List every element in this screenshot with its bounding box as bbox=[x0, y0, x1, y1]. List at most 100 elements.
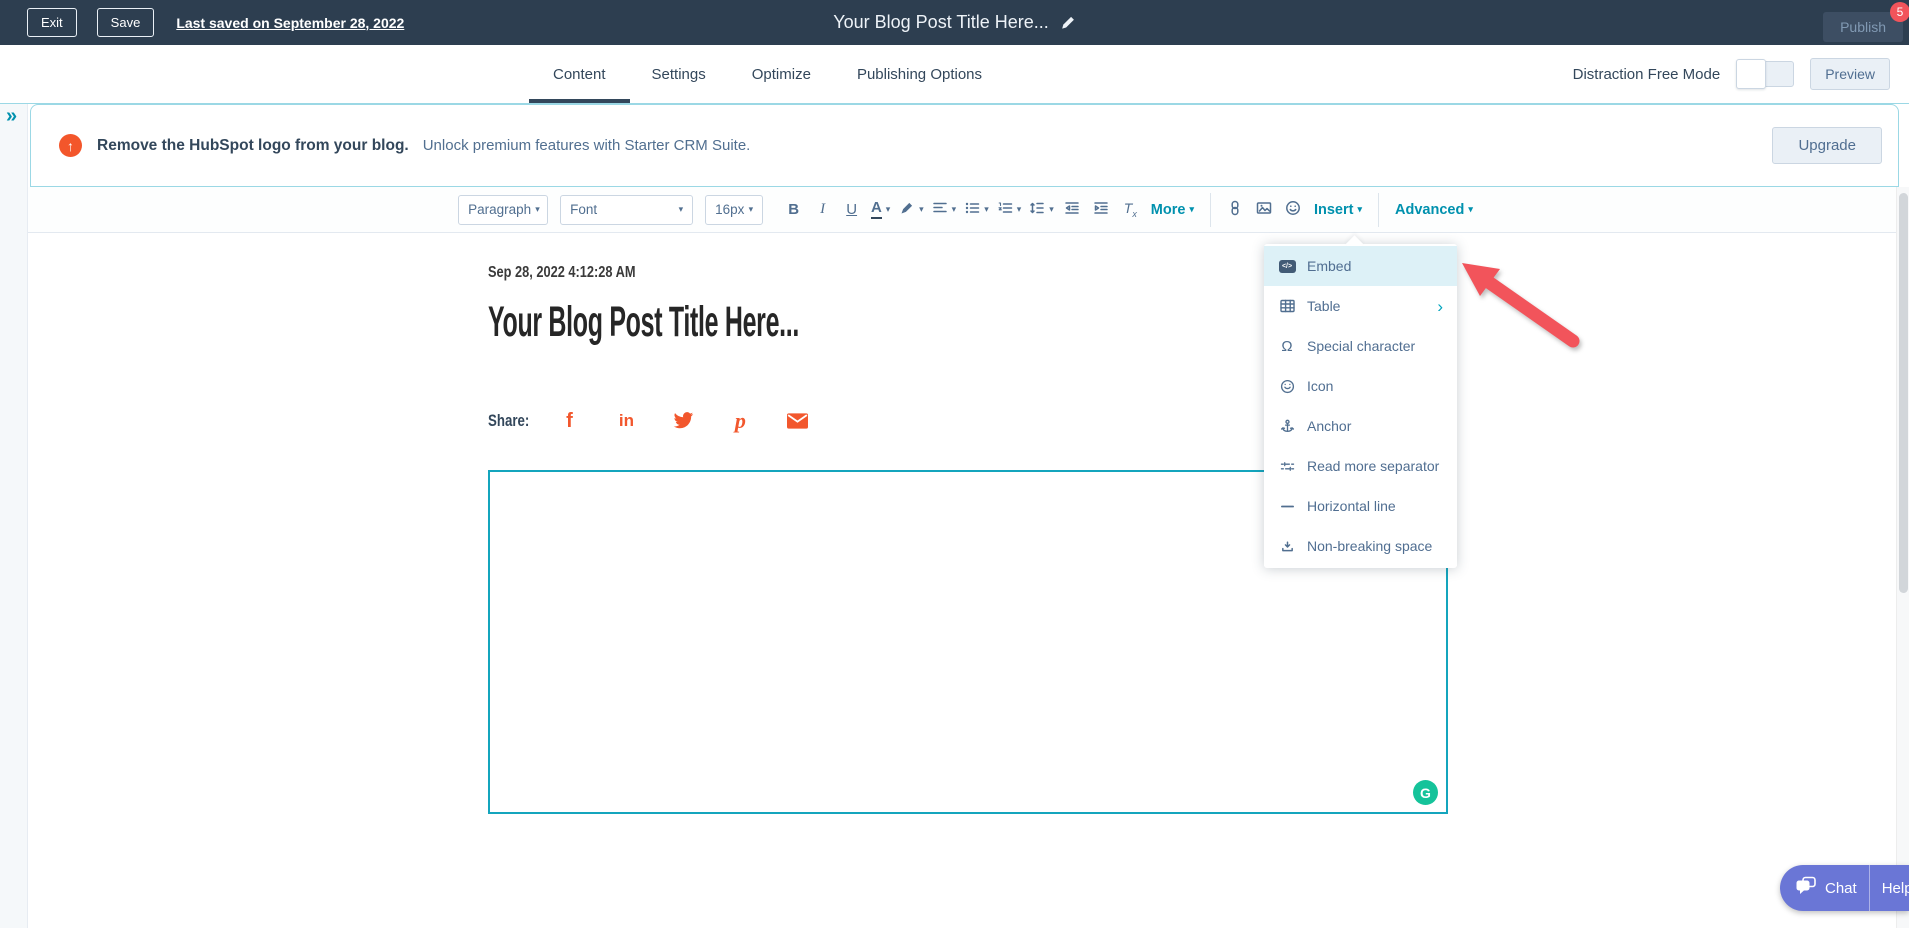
emoji-button[interactable] bbox=[1280, 195, 1307, 225]
chevron-down-icon: ▾ bbox=[1189, 204, 1194, 215]
chevron-down-icon: ▾ bbox=[535, 204, 540, 215]
linkedin-icon[interactable]: in bbox=[598, 411, 655, 431]
indent-button[interactable] bbox=[1088, 195, 1115, 225]
menu-item-label: Table bbox=[1307, 298, 1340, 314]
chevron-down-icon: ▾ bbox=[952, 204, 957, 215]
help-button[interactable]: Help bbox=[1869, 865, 1909, 911]
post-title-header: Your Blog Post Title Here... bbox=[833, 12, 1075, 33]
embed-icon: </> bbox=[1278, 260, 1296, 273]
anchor-icon bbox=[1278, 419, 1296, 434]
toolbar-divider bbox=[1210, 193, 1211, 227]
paragraph-style-select[interactable]: Paragraph ▾ bbox=[458, 195, 548, 225]
align-button[interactable]: ▾ bbox=[929, 195, 960, 225]
image-icon bbox=[1256, 200, 1272, 219]
clear-format-x: x bbox=[1132, 209, 1137, 219]
chevron-down-icon: ▾ bbox=[984, 204, 989, 215]
numbered-list-button[interactable]: ▾ bbox=[994, 195, 1025, 225]
more-label: More bbox=[1151, 202, 1186, 218]
font-size-select[interactable]: 16px ▾ bbox=[705, 195, 763, 225]
toggle-knob[interactable] bbox=[1736, 59, 1766, 89]
align-icon bbox=[932, 200, 948, 219]
tab-optimize[interactable]: Optimize bbox=[752, 45, 811, 103]
tab-publishing-options[interactable]: Publishing Options bbox=[857, 45, 982, 103]
rich-text-toolbar: Paragraph ▾ Font ▾ 16px ▾ B I U A ▾ ▾ ▾ … bbox=[28, 187, 1909, 233]
image-button[interactable] bbox=[1251, 195, 1278, 225]
last-saved-link[interactable]: Last saved on September 28, 2022 bbox=[176, 15, 404, 31]
save-button[interactable]: Save bbox=[97, 8, 155, 37]
font-size-value: 16px bbox=[715, 202, 744, 217]
facebook-glyph: f bbox=[566, 410, 573, 433]
bullet-list-button[interactable]: ▾ bbox=[961, 195, 992, 225]
upgrade-arrow-icon: ↑ bbox=[59, 134, 82, 157]
pinterest-glyph: p bbox=[735, 408, 746, 434]
expand-sidebar-icon[interactable]: » bbox=[6, 106, 17, 126]
italic-button[interactable]: I bbox=[809, 195, 836, 225]
twitter-icon[interactable] bbox=[655, 412, 712, 430]
highlight-color-button[interactable]: ▾ bbox=[896, 195, 927, 225]
banner-text: Unlock premium features with Starter CRM… bbox=[423, 137, 751, 154]
exit-button[interactable]: Exit bbox=[27, 8, 77, 37]
underline-button[interactable]: U bbox=[838, 195, 865, 225]
highlight-icon bbox=[899, 200, 915, 219]
tab-content[interactable]: Content bbox=[553, 45, 606, 103]
post-title-text: Your Blog Post Title Here... bbox=[833, 12, 1048, 33]
facebook-icon[interactable]: f bbox=[541, 410, 598, 433]
pinterest-icon[interactable]: p bbox=[712, 408, 769, 434]
distraction-free-mode-toggle[interactable] bbox=[1736, 61, 1794, 87]
insert-menu-item-anchor[interactable]: Anchor bbox=[1264, 406, 1457, 446]
chevron-down-icon: ▾ bbox=[1017, 204, 1022, 215]
chevron-down-icon: ▾ bbox=[1468, 204, 1473, 215]
scrollbar[interactable] bbox=[1896, 187, 1909, 928]
menu-item-label: Icon bbox=[1307, 378, 1333, 394]
nbsp-icon bbox=[1278, 539, 1296, 553]
chevron-down-icon: ▾ bbox=[749, 204, 754, 215]
bold-icon: B bbox=[788, 201, 799, 218]
insert-menu-item-icon[interactable]: Icon bbox=[1264, 366, 1457, 406]
chat-bubble-icon bbox=[1795, 876, 1817, 900]
outdent-button[interactable] bbox=[1059, 195, 1086, 225]
clear-formatting-button[interactable]: Tx bbox=[1117, 195, 1144, 225]
chat-help-widget: Chat Help bbox=[1780, 865, 1909, 911]
font-select-value: Font bbox=[570, 202, 597, 217]
line-height-icon bbox=[1029, 200, 1045, 219]
insert-menu-item-special-character[interactable]: Ω Special character bbox=[1264, 326, 1457, 366]
omega-icon: Ω bbox=[1278, 339, 1296, 354]
annotation-arrow bbox=[1440, 240, 1610, 370]
link-button[interactable] bbox=[1222, 195, 1249, 225]
scrollbar-thumb[interactable] bbox=[1899, 193, 1908, 593]
more-button[interactable]: More ▾ bbox=[1145, 202, 1200, 218]
edit-pencil-icon[interactable] bbox=[1061, 15, 1076, 30]
bold-button[interactable]: B bbox=[780, 195, 807, 225]
insert-menu-item-embed[interactable]: </> Embed bbox=[1264, 246, 1457, 286]
share-label: Share: bbox=[488, 411, 529, 431]
post-title[interactable]: Your Blog Post Title Here... bbox=[488, 298, 799, 347]
publish-badge: 5 bbox=[1890, 2, 1909, 22]
insert-menu-item-read-more-separator[interactable]: Read more separator bbox=[1264, 446, 1457, 486]
advanced-button[interactable]: Advanced ▾ bbox=[1389, 202, 1479, 218]
linkedin-glyph: in bbox=[619, 411, 634, 431]
text-color-button[interactable]: A ▾ bbox=[867, 195, 894, 225]
post-date: Sep 28, 2022 4:12:28 AM bbox=[488, 264, 636, 282]
upgrade-button[interactable]: Upgrade bbox=[1772, 127, 1882, 164]
tab-settings[interactable]: Settings bbox=[652, 45, 706, 103]
chevron-down-icon: ▾ bbox=[886, 204, 891, 215]
help-label: Help bbox=[1882, 880, 1909, 897]
grammarly-icon[interactable]: G bbox=[1413, 780, 1438, 805]
insert-menu-item-non-breaking-space[interactable]: Non-breaking space bbox=[1264, 526, 1457, 566]
table-icon bbox=[1278, 299, 1296, 313]
collapsed-sidebar-strip: » bbox=[0, 104, 28, 928]
chat-button[interactable]: Chat bbox=[1780, 865, 1869, 911]
read-more-icon bbox=[1278, 460, 1296, 473]
font-select[interactable]: Font ▾ bbox=[560, 195, 693, 225]
insert-menu-item-table[interactable]: Table › bbox=[1264, 286, 1457, 326]
email-icon[interactable] bbox=[769, 413, 826, 429]
insert-button[interactable]: Insert ▾ bbox=[1308, 202, 1368, 218]
menu-item-label: Non-breaking space bbox=[1307, 538, 1432, 554]
publish-button-wrap: Publish 5 bbox=[1823, 12, 1903, 42]
insert-menu-item-horizontal-line[interactable]: Horizontal line bbox=[1264, 486, 1457, 526]
menu-item-label: Horizontal line bbox=[1307, 498, 1396, 514]
preview-button[interactable]: Preview bbox=[1810, 58, 1890, 90]
outdent-icon bbox=[1064, 200, 1080, 219]
icon-circle-icon bbox=[1278, 379, 1296, 394]
line-height-button[interactable]: ▾ bbox=[1026, 195, 1057, 225]
